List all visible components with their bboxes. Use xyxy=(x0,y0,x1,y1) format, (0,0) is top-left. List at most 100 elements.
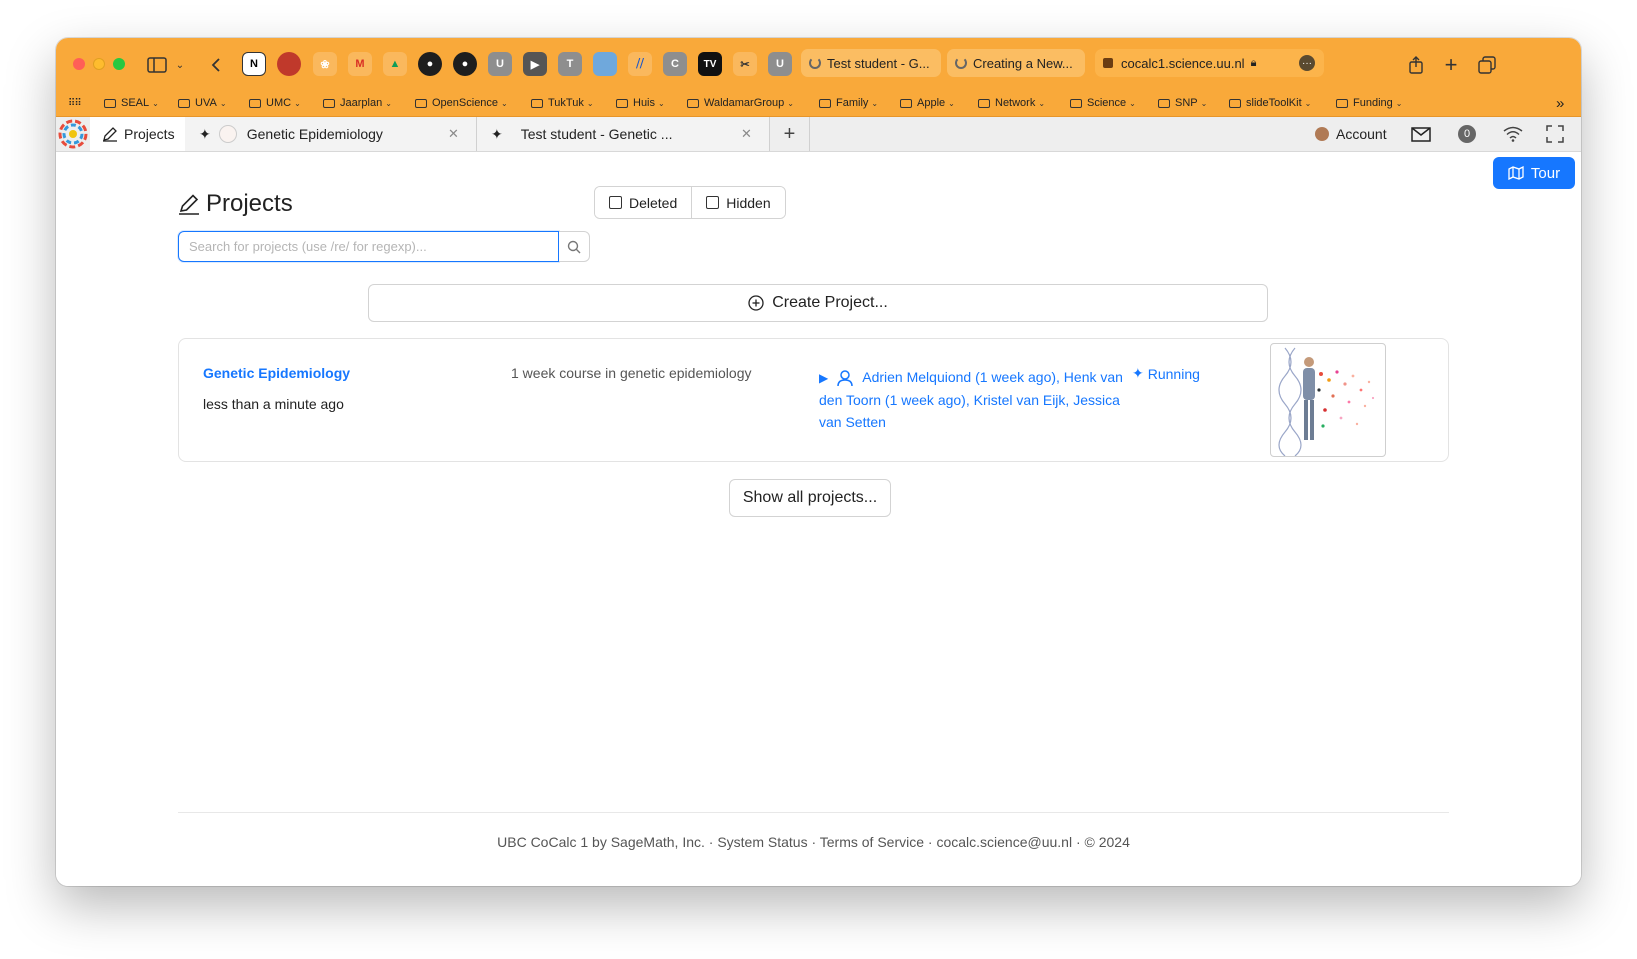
fullscreen-icon[interactable] xyxy=(1546,117,1564,151)
running-icon: ✦ xyxy=(491,125,503,142)
notifications-button[interactable]: 0 xyxy=(1458,117,1476,151)
project-card[interactable]: Genetic Epidemiology less than a minute … xyxy=(178,338,1449,462)
more-options-icon[interactable]: ··· xyxy=(1299,55,1315,71)
apps-grid-icon[interactable]: ⠿⠿ xyxy=(68,95,82,111)
collaborators-toggle[interactable]: ▶ xyxy=(819,367,854,389)
chevron-down-icon: ⌄ xyxy=(501,98,508,108)
sidebar-toggle-icon[interactable] xyxy=(144,52,170,78)
project-avatar-icon xyxy=(218,125,237,143)
favicon-u2[interactable]: U xyxy=(768,52,792,76)
search-button[interactable] xyxy=(559,231,590,262)
share-icon[interactable] xyxy=(1403,52,1429,78)
more-bookmarks-icon[interactable]: » xyxy=(1556,95,1564,112)
chevron-down-icon: ⌄ xyxy=(1395,98,1403,108)
tab-test-student[interactable]: ✦ Test student - Genetic ... ✕ xyxy=(477,117,770,151)
bookmark-app-icon[interactable]: ✂ xyxy=(733,52,757,76)
hidden-filter-checkbox[interactable]: Hidden xyxy=(691,187,785,218)
chevron-down-icon[interactable]: ⌄ xyxy=(172,52,188,78)
bookmark-folder[interactable]: Funding ⌄ xyxy=(1336,95,1402,111)
chevron-down-icon: ⌄ xyxy=(385,98,392,108)
cocalc-favicon-icon xyxy=(1103,58,1113,68)
hidden-filter-label: Hidden xyxy=(726,194,771,211)
project-title[interactable]: Genetic Epidemiology xyxy=(203,365,350,381)
folder-icon xyxy=(323,98,335,108)
tab-genetic-epidemiology[interactable]: ✦ Genetic Epidemiology ✕ xyxy=(185,117,477,151)
minimize-window-button[interactable] xyxy=(93,58,105,70)
bookmark-folder[interactable]: Science ⌄ xyxy=(1070,95,1136,111)
deleted-filter-label: Deleted xyxy=(629,194,678,211)
bookmark-app-icon[interactable]: ⧸⧸ xyxy=(628,52,652,76)
folder-icon xyxy=(531,98,543,108)
folder-icon xyxy=(178,98,190,108)
tab-label: Test student - Genetic ... xyxy=(520,126,673,142)
caret-right-icon: ▶ xyxy=(819,371,829,386)
footer-divider xyxy=(178,812,1449,813)
back-arrow-icon[interactable] xyxy=(203,52,229,78)
project-image xyxy=(1270,343,1386,457)
browser-tab-creating[interactable]: Creating a New... xyxy=(947,49,1085,77)
favicon-c[interactable]: C xyxy=(663,52,687,76)
chevron-down-icon: ⌄ xyxy=(1038,98,1046,108)
show-all-projects-button[interactable]: Show all projects... xyxy=(729,479,891,517)
loading-icon xyxy=(809,57,821,69)
bookmark-folder[interactable]: Apple ⌄ xyxy=(900,95,955,111)
checkbox-icon xyxy=(609,196,622,209)
bookmark-folder[interactable]: OpenScience ⌄ xyxy=(415,95,508,111)
gmail-icon[interactable]: M xyxy=(348,52,372,76)
main-content: Tour Projects Deleted Hidden Create Pr xyxy=(56,152,1581,886)
cocalc-logo[interactable] xyxy=(56,117,90,151)
bookmark-label: SNP xyxy=(1175,97,1198,109)
bookmark-app-icon[interactable]: ❀ xyxy=(313,52,337,76)
bookmark-folder[interactable]: Network ⌄ xyxy=(978,95,1045,111)
create-project-button[interactable]: Create Project... xyxy=(368,284,1268,322)
chevron-down-icon: ⌄ xyxy=(787,98,794,108)
github-icon[interactable]: ● xyxy=(453,52,477,76)
notion-icon[interactable]: N xyxy=(242,52,266,76)
search-input[interactable] xyxy=(178,231,559,262)
tab-projects[interactable]: Projects xyxy=(90,117,185,151)
browser-tab-test-student[interactable]: Test student - G... xyxy=(801,49,941,77)
mail-icon[interactable] xyxy=(1411,117,1431,151)
github-icon[interactable]: ● xyxy=(418,52,442,76)
folder-icon xyxy=(687,98,699,108)
bookmark-folder[interactable]: Family ⌄ xyxy=(819,95,878,111)
tab-overview-icon[interactable] xyxy=(1474,52,1500,78)
chevron-down-icon: ⌄ xyxy=(871,98,879,108)
project-last-edited: less than a minute ago xyxy=(203,396,344,412)
tour-button[interactable]: Tour xyxy=(1493,157,1575,189)
drive-icon[interactable]: ▲ xyxy=(383,52,407,76)
bookmark-folder[interactable]: slideToolKit ⌄ xyxy=(1229,95,1311,111)
project-status[interactable]: ✦ Running xyxy=(1132,365,1200,382)
bookmark-folder[interactable]: TukTuk ⌄ xyxy=(531,95,594,111)
bookmark-folder[interactable]: WaldamarGroup ⌄ xyxy=(687,95,794,111)
bookmark-label: SEAL xyxy=(121,97,150,109)
favicon-t[interactable]: T xyxy=(558,52,582,76)
chevron-down-icon: ⌄ xyxy=(1129,98,1136,108)
close-icon[interactable]: ✕ xyxy=(448,126,459,142)
favicon-u[interactable]: U xyxy=(488,52,512,76)
bookmark-folder[interactable]: Huis ⌄ xyxy=(616,95,665,111)
bookmark-app-icon[interactable]: ▶ xyxy=(523,52,547,76)
new-tab-icon[interactable]: + xyxy=(1438,52,1464,78)
tab-label: Genetic Epidemiology xyxy=(246,126,383,142)
bookmark-folder[interactable]: SEAL ⌄ xyxy=(104,95,159,111)
account-button[interactable]: Account xyxy=(1315,117,1387,151)
bookmark-app-icon[interactable] xyxy=(593,52,617,76)
close-icon[interactable]: ✕ xyxy=(741,126,752,142)
project-collaborators[interactable]: ▶ Adrien Melquiond (1 week ago), Henk va… xyxy=(819,366,1124,433)
maximize-window-button[interactable] xyxy=(113,58,125,70)
address-url[interactable]: cocalc1.science.uu.nl xyxy=(1121,56,1245,71)
browser-tab-label: Creating a New... xyxy=(973,55,1073,71)
deleted-filter-checkbox[interactable]: Deleted xyxy=(595,187,692,218)
bookmark-folder[interactable]: UMC ⌄ xyxy=(249,95,301,111)
favicon-tv[interactable]: TV xyxy=(698,52,722,76)
close-window-button[interactable] xyxy=(73,58,85,70)
bookmark-folder[interactable]: UVA ⌄ xyxy=(178,95,227,111)
wifi-icon[interactable] xyxy=(1503,117,1523,151)
bookmark-folder[interactable]: SNP ⌄ xyxy=(1158,95,1207,111)
bookmark-folder[interactable]: Jaarplan ⌄ xyxy=(323,95,392,111)
bookmark-app-icon[interactable] xyxy=(277,52,301,76)
browser-tab-cocalc[interactable]: cocalc1.science.uu.nl 🔒︎ ··· xyxy=(1095,49,1324,77)
add-tab-button[interactable]: + xyxy=(770,117,810,151)
project-description: 1 week course in genetic epidemiology xyxy=(511,365,752,381)
